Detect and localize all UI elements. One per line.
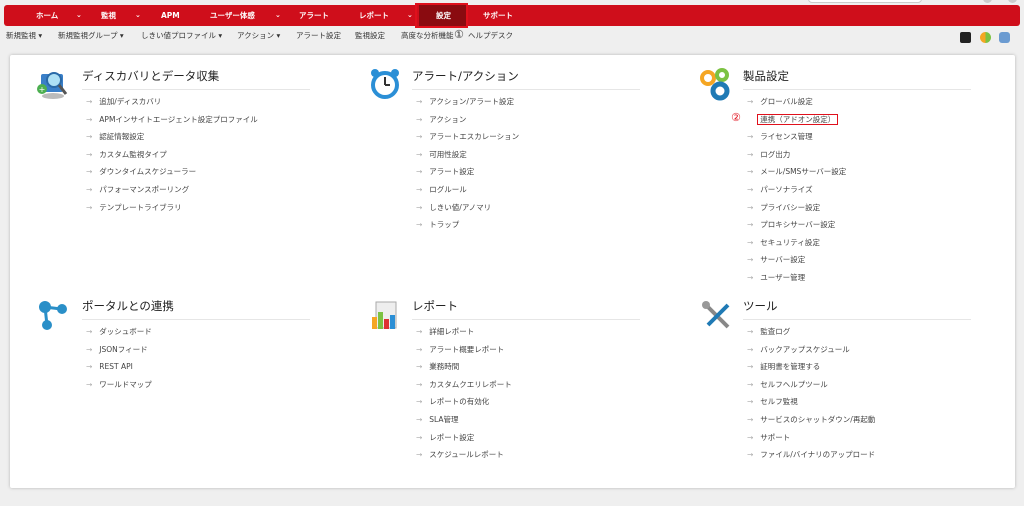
chart-icon[interactable] [980, 32, 991, 43]
sub-nav: 新規監視 ▾ 新規監視グループ ▾ しきい値プロファイル ▾ アクション ▾ ア… [0, 28, 1024, 44]
annotation-2: ② [731, 110, 741, 124]
list-item[interactable]: → SLA管理 [412, 414, 640, 432]
list-item[interactable]: → 監査ログ [743, 326, 971, 344]
share-network-icon [39, 301, 67, 330]
section-discovery: ディスカバリとデータ収集 → 追加/ディスカバリ → APMインサイトエージェント設… [82, 68, 310, 219]
list-item[interactable]: → カスタムクエリレポート [412, 379, 640, 397]
list-item[interactable]: → セキュリティ設定 [743, 237, 971, 255]
subnav-advanced-analytics[interactable]: 高度な分析機能 [401, 28, 454, 44]
list-item[interactable]: → スケジュールレポート [412, 449, 640, 467]
list-item[interactable]: → バックアップスケジュール [743, 344, 971, 362]
list-item[interactable]: → 追加/ディスカバリ [82, 96, 310, 114]
section-reports: レポート → 詳細レポート → アラート概要レポート → 業務時間 → カスタムクエリレ… [412, 298, 640, 467]
chevron-down-icon[interactable]: ⌄ [76, 5, 82, 26]
chevron-down-icon[interactable]: ⌄ [135, 5, 141, 26]
top-user-icon[interactable] [983, 0, 992, 3]
list-item[interactable]: → ダッシュボード [82, 326, 310, 344]
subnav-new-monitor[interactable]: 新規監視 ▾ [6, 28, 42, 44]
annotation-1: ① [454, 28, 464, 41]
list-item[interactable]: → ログルール [412, 184, 640, 202]
list-item[interactable]: → カスタム監視タイプ [82, 149, 310, 167]
list-item[interactable]: → ワールドマップ [82, 379, 310, 397]
list-item[interactable]: → JSONフィード [82, 344, 310, 362]
top-search-box[interactable] [808, 0, 922, 3]
nav-user-experience[interactable]: ユーザー体感 [210, 5, 255, 26]
list-item-integration[interactable]: ②→連携（アドオン設定） [731, 111, 971, 132]
list-item[interactable]: → 証明書を管理する [743, 361, 971, 379]
list-item[interactable]: → プロキシサーバー設定 [743, 219, 971, 237]
section-product-settings: 製品設定 →グローバル設定 ②→連携（アドオン設定） →ライセンス管理 →ログ出… [731, 68, 971, 290]
gears-icon [700, 68, 730, 101]
section-title: ディスカバリとデータ収集 [82, 68, 310, 90]
list-item[interactable]: → ユーザー管理 [743, 272, 971, 290]
list-item[interactable]: → ログ出力 [743, 149, 971, 167]
alarm-clock-icon [371, 69, 399, 99]
chevron-down-icon[interactable]: ⌄ [407, 5, 413, 26]
list-item[interactable]: → パフォーマンスポーリング [82, 184, 310, 202]
list-item[interactable]: → サービスのシャットダウン/再起動 [743, 414, 971, 432]
discovery-icon: + [37, 72, 68, 99]
highlight-box-settings [415, 3, 468, 28]
list-item[interactable]: → トラップ [412, 219, 640, 237]
nav-alerts[interactable]: アラート [299, 5, 329, 26]
list-item[interactable]: → アラート概要レポート [412, 344, 640, 362]
section-title: アラート/アクション [412, 68, 640, 90]
list-item[interactable]: → 業務時間 [412, 361, 640, 379]
list-item[interactable]: → しきい値/アノマリ [412, 202, 640, 220]
list-item[interactable]: → グローバル設定 [743, 96, 971, 114]
print-icon[interactable] [999, 32, 1010, 43]
list-item[interactable]: → セルフヘルプツール [743, 379, 971, 397]
list-item[interactable]: → サーバー設定 [743, 254, 971, 272]
list-item[interactable]: → アラート設定 [412, 166, 640, 184]
subnav-actions[interactable]: アクション ▾ [237, 28, 280, 44]
subnav-monitor-settings[interactable]: 監視設定 [355, 28, 385, 44]
nav-apm[interactable]: APM [161, 5, 180, 26]
nav-support[interactable]: サポート [483, 5, 513, 26]
subnav-threshold-profile[interactable]: しきい値プロファイル ▾ [141, 28, 222, 44]
list-item[interactable]: → 詳細レポート [412, 326, 640, 344]
list-item[interactable]: → プライバシー設定 [743, 202, 971, 220]
subnav-alert-settings[interactable]: アラート設定 [296, 28, 341, 44]
tools-icon [702, 301, 730, 329]
list-item[interactable]: → ライセンス管理 [743, 131, 971, 149]
section-alerts: アラート/アクション → アクション/アラート設定 → アクション → アラートエスカ… [412, 68, 640, 237]
svg-text:+: + [39, 85, 46, 94]
list-item[interactable]: → レポート設定 [412, 432, 640, 450]
settings-gear-icon[interactable] [960, 32, 971, 43]
list-item[interactable]: → アラートエスカレーション [412, 131, 640, 149]
section-title: ツール [743, 298, 971, 320]
main-nav: ホーム ⌄ 監視 ⌄ APM ユーザー体感 ⌄ アラート レポート ⌄ 設定 サ… [4, 5, 1020, 26]
list-item[interactable]: → 認証情報設定 [82, 131, 310, 149]
nav-monitor[interactable]: 監視 [101, 5, 116, 26]
list-item[interactable]: → メール/SMSサーバー設定 [743, 166, 971, 184]
section-title: レポート [412, 298, 640, 320]
list-item[interactable]: → 可用性設定 [412, 149, 640, 167]
report-chart-icon [372, 301, 397, 329]
list-item[interactable]: → REST API [82, 361, 310, 379]
list-item[interactable]: → テンプレートライブラリ [82, 202, 310, 220]
section-title: 製品設定 [743, 68, 971, 90]
top-menu-icon[interactable] [1008, 0, 1017, 3]
nav-home[interactable]: ホーム [36, 5, 58, 26]
section-title: ポータルとの連携 [82, 298, 310, 320]
list-item[interactable]: → アクション/アラート設定 [412, 96, 640, 114]
list-item[interactable]: → APMインサイトエージェント設定プロファイル [82, 114, 310, 132]
subnav-helpdesk[interactable]: ヘルプデスク [468, 28, 513, 44]
list-item[interactable]: → ファイル/バイナリのアップロード [743, 449, 971, 467]
chevron-down-icon[interactable]: ⌄ [275, 5, 281, 26]
nav-reports[interactable]: レポート [359, 5, 389, 26]
list-item[interactable]: → サポート [743, 432, 971, 450]
list-item[interactable]: → アクション [412, 114, 640, 132]
section-portal: ポータルとの連携 → ダッシュボード → JSONフィード → REST API → ワ… [82, 298, 310, 396]
section-tools: ツール → 監査ログ → バックアップスケジュール → 証明書を管理する → セルフヘル… [743, 298, 971, 467]
subnav-new-monitor-group[interactable]: 新規監視グループ ▾ [58, 28, 124, 44]
list-item[interactable]: → セルフ監視 [743, 396, 971, 414]
list-item[interactable]: → ダウンタイムスケジューラー [82, 166, 310, 184]
list-item[interactable]: → パーソナライズ [743, 184, 971, 202]
list-item[interactable]: → レポートの有効化 [412, 396, 640, 414]
